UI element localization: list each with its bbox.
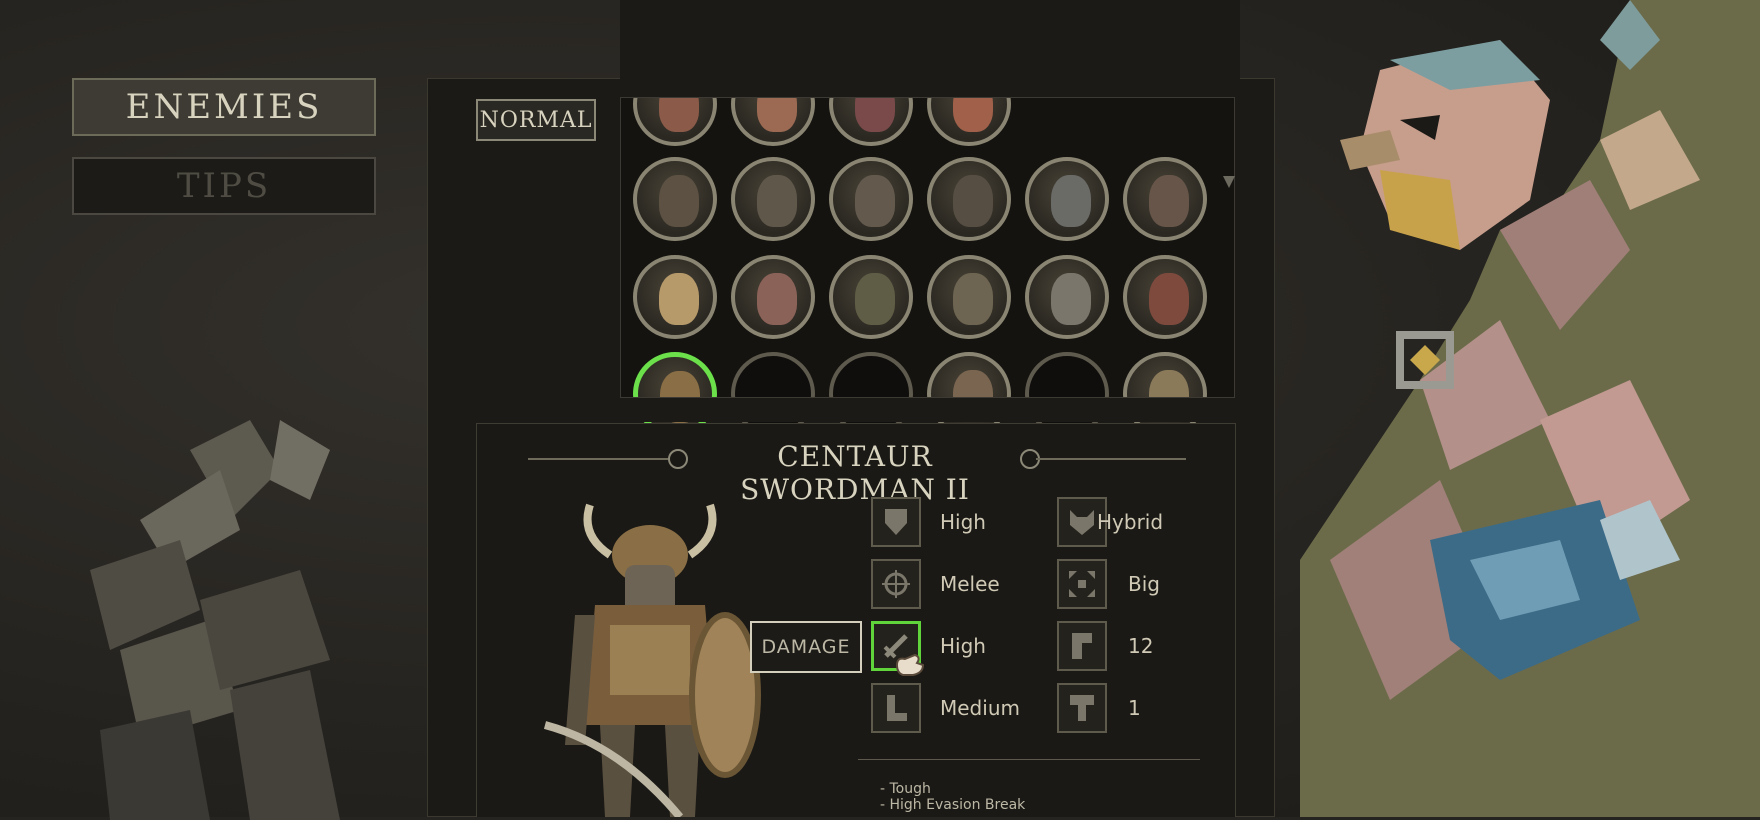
stat-value: 1: [1128, 696, 1141, 720]
enemy-portrait[interactable]: [1025, 157, 1109, 241]
enemy-portrait[interactable]: [1025, 255, 1109, 339]
flag-icon[interactable]: [1057, 621, 1107, 671]
enemy-grid[interactable]: [620, 97, 1235, 398]
title-divider-left: [528, 458, 668, 460]
difficulty-button[interactable]: NORMAL: [476, 99, 596, 141]
scrollbar-thumb-icon[interactable]: [1223, 176, 1235, 188]
grid-bottom-border: [620, 397, 1235, 398]
hand-cursor-icon: [895, 653, 925, 676]
enemies-tab-button[interactable]: ENEMIES: [72, 78, 376, 136]
background-art-left: [90, 420, 340, 820]
enemy-portrait[interactable]: [731, 255, 815, 339]
enemy-portrait[interactable]: [633, 255, 717, 339]
stat-value: High: [940, 634, 986, 658]
enemy-portrait[interactable]: [731, 157, 815, 241]
enemy-portrait[interactable]: [633, 157, 717, 241]
enemy-portrait[interactable]: [829, 255, 913, 339]
grid-scrollbar[interactable]: [1221, 97, 1235, 398]
enemy-portrait[interactable]: [1123, 255, 1207, 339]
enemy-portrait[interactable]: [927, 255, 1011, 339]
armor-shield-icon[interactable]: [871, 497, 921, 547]
stat-value: Melee: [940, 572, 1000, 596]
grid-overflow-mask: [620, 0, 1240, 97]
tips-tab-button[interactable]: TIPS: [72, 157, 376, 215]
boot-speed-icon[interactable]: [871, 683, 921, 733]
grid-top-border: [620, 97, 1235, 98]
size-arrows-icon[interactable]: [1057, 559, 1107, 609]
stat-value: Medium: [940, 696, 1020, 720]
trait-item: - High Evasion Break: [880, 797, 1026, 813]
trait-item: - Tough: [880, 781, 931, 797]
stat-tooltip: DAMAGE: [750, 621, 862, 673]
grid-overflow-mask-bottom: [620, 398, 1240, 422]
hero-character-art: [1300, 0, 1760, 817]
enemy-portrait[interactable]: [927, 157, 1011, 241]
hammer-icon[interactable]: [1057, 683, 1107, 733]
grid-left-border: [620, 97, 621, 398]
stat-value: Big: [1128, 572, 1160, 596]
enemy-figure-art: [543, 503, 761, 817]
title-divider-right: [1036, 458, 1186, 460]
stat-value: 12: [1128, 634, 1154, 658]
stat-value: Hybrid: [1097, 510, 1164, 534]
target-crosshair-icon[interactable]: [871, 559, 921, 609]
enemy-portrait[interactable]: [829, 157, 913, 241]
traits-divider: [858, 759, 1200, 760]
enemy-portrait[interactable]: [1123, 157, 1207, 241]
stat-value: High: [940, 510, 986, 534]
